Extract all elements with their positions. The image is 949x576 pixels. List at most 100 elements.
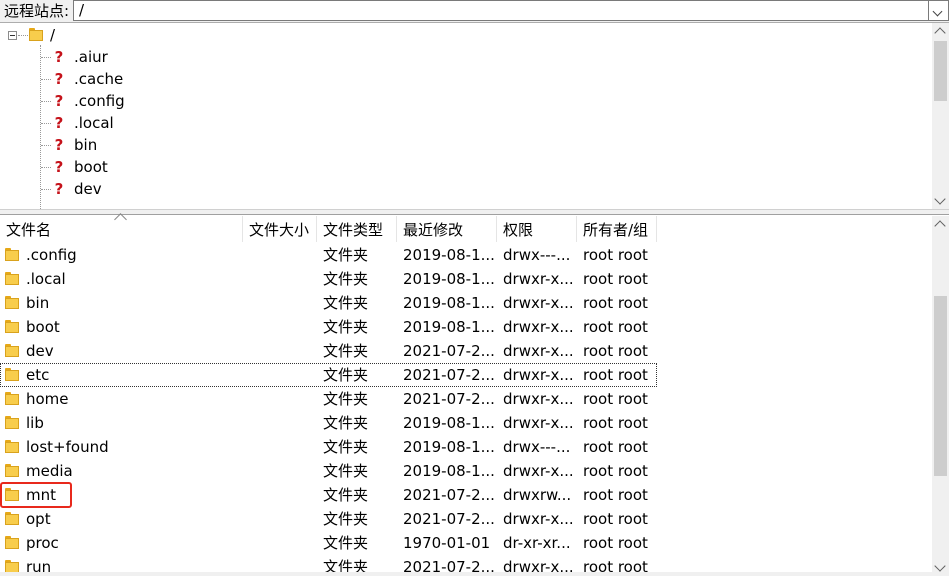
- column-label: 最近修改: [403, 221, 464, 239]
- directory-tree: / ? .aiur ? .cache? .config? .local? bin? boot?…: [0, 23, 949, 209]
- file-row[interactable]: etc 文件夹 2021-07-2... drwxr-x... root root: [0, 363, 657, 387]
- tree-connector: [41, 189, 51, 190]
- unknown-folder-icon: ?: [54, 48, 64, 66]
- file-row[interactable]: bin 文件夹 2019-08-1... drwxr-x... root root: [0, 291, 931, 315]
- tree-node[interactable]: ? boot: [0, 156, 930, 178]
- tree-connector: [41, 145, 51, 146]
- column-header-owner[interactable]: 所有者/组: [577, 216, 657, 242]
- tree-node-label: dev: [74, 180, 102, 198]
- scroll-down-icon[interactable]: [934, 560, 946, 572]
- cell-name: home: [26, 390, 69, 408]
- cell-owner: root root: [583, 462, 648, 480]
- column-header-size[interactable]: 文件大小: [243, 216, 317, 242]
- file-row[interactable]: mnt 文件夹 2021-07-2... drwxrw... root root: [0, 483, 931, 507]
- scroll-down-icon[interactable]: [934, 193, 946, 205]
- cell-perm: drwxr-x...: [503, 270, 574, 288]
- cell-type: 文件夹: [323, 366, 369, 384]
- tree-node-label: boot: [74, 158, 108, 176]
- cell-perm: drwx---...: [503, 246, 571, 264]
- remote-site-label: 远程站点:: [4, 2, 70, 20]
- cell-name: .local: [26, 270, 66, 288]
- file-row[interactable]: home 文件夹 2021-07-2... drwxr-x... root root: [0, 387, 931, 411]
- file-row[interactable]: .local 文件夹 2019-08-1... drwxr-x... root root: [0, 267, 931, 291]
- unknown-folder-icon: ?: [54, 180, 64, 198]
- cell-type: 文件夹: [323, 294, 369, 312]
- file-row[interactable]: proc 文件夹 1970-01-01 dr-xr-xr... root root: [0, 531, 931, 555]
- file-row[interactable]: lib 文件夹 2019-08-1... drwxr-x... root root: [0, 411, 931, 435]
- unknown-folder-icon: ?: [54, 92, 64, 110]
- tree-connector: [41, 101, 51, 102]
- cell-type: 文件夹: [323, 462, 369, 480]
- cell-type: 文件夹: [323, 270, 369, 288]
- cell-perm: drwxr-x...: [503, 366, 574, 384]
- file-list-scrollbar[interactable]: [932, 216, 949, 576]
- cell-name: lib: [26, 414, 44, 432]
- column-header-modified[interactable]: 最近修改: [397, 216, 497, 242]
- tree-node[interactable]: ? .local: [0, 112, 930, 134]
- cell-type: 文件夹: [323, 318, 369, 336]
- folder-icon: [5, 248, 19, 262]
- column-header-type[interactable]: 文件类型: [317, 216, 397, 242]
- cell-name: media: [26, 462, 73, 480]
- cell-owner: root root: [583, 342, 648, 360]
- tree-node-root[interactable]: /: [0, 24, 930, 46]
- cell-owner: root root: [583, 294, 648, 312]
- file-row[interactable]: dev 文件夹 2021-07-2... drwxr-x... root root: [0, 339, 931, 363]
- column-label: 权限: [503, 221, 534, 239]
- pane-splitter[interactable]: [0, 209, 949, 215]
- tree-node-label: .aiur: [74, 48, 108, 66]
- file-row[interactable]: lost+found 文件夹 2019-08-1... drwx---... root …: [0, 435, 931, 459]
- column-header-name[interactable]: 文件名: [0, 213, 243, 242]
- tree-node[interactable]: ? bin: [0, 134, 930, 156]
- cell-name: bin: [26, 294, 50, 312]
- path-history-dropdown-button[interactable]: [929, 0, 949, 21]
- cell-modified: 2021-07-2...: [403, 390, 495, 408]
- cell-owner: root root: [583, 318, 648, 336]
- tree-scrollbar[interactable]: [932, 23, 949, 209]
- tree-connector: [41, 167, 51, 168]
- cell-name: etc: [26, 366, 50, 384]
- cell-modified: 2019-08-1...: [403, 246, 495, 264]
- column-label: 文件类型: [323, 221, 384, 239]
- column-header-permissions[interactable]: 权限: [497, 216, 577, 242]
- scroll-up-icon[interactable]: [934, 220, 946, 232]
- horizontal-scrollbar[interactable]: [0, 572, 932, 576]
- folder-icon: [29, 28, 43, 42]
- cell-type: 文件夹: [323, 438, 369, 456]
- tree-node[interactable]: ? .aiur: [0, 46, 930, 68]
- tree-node[interactable]: ? dev: [0, 178, 930, 200]
- cell-name: boot: [26, 318, 60, 336]
- tree-node[interactable]: ? .config: [0, 90, 930, 112]
- collapse-icon[interactable]: [8, 31, 17, 40]
- cell-owner: root root: [583, 270, 648, 288]
- cell-type: 文件夹: [323, 510, 369, 528]
- unknown-folder-icon: ?: [54, 158, 64, 176]
- cell-modified: 2019-08-1...: [403, 462, 495, 480]
- tree-connector: [41, 57, 51, 58]
- cell-perm: dr-xr-xr...: [503, 534, 571, 552]
- cell-modified: 2021-07-2...: [403, 510, 495, 528]
- scroll-up-icon[interactable]: [934, 27, 946, 39]
- cell-perm: drwxr-x...: [503, 294, 574, 312]
- remote-site-bar: 远程站点: /: [0, 0, 949, 23]
- unknown-folder-icon: ?: [54, 136, 64, 154]
- remote-path-input[interactable]: /: [73, 0, 929, 21]
- tree-node[interactable]: ? .cache: [0, 68, 930, 90]
- cell-modified: 2019-08-1...: [403, 270, 495, 288]
- cell-modified: 2021-07-2...: [403, 366, 495, 384]
- cell-name: opt: [26, 510, 51, 528]
- scrollbar-thumb[interactable]: [934, 296, 947, 476]
- cell-owner: root root: [583, 510, 648, 528]
- file-row[interactable]: media 文件夹 2019-08-1... drwxr-x... root root: [0, 459, 931, 483]
- unknown-folder-icon: ?: [54, 70, 64, 88]
- cell-name: dev: [26, 342, 54, 360]
- scrollbar-thumb[interactable]: [934, 41, 947, 101]
- folder-icon: [5, 512, 19, 526]
- file-row[interactable]: boot 文件夹 2019-08-1... drwxr-x... root root: [0, 315, 931, 339]
- file-row[interactable]: opt 文件夹 2021-07-2... drwxr-x... root root: [0, 507, 931, 531]
- cell-name: .config: [26, 246, 77, 264]
- file-list: .config 文件夹 2019-08-1... drwx---... root roo…: [0, 243, 931, 576]
- cell-type: 文件夹: [323, 534, 369, 552]
- file-row[interactable]: .config 文件夹 2019-08-1... drwx---... root roo…: [0, 243, 931, 267]
- cell-owner: root root: [583, 438, 648, 456]
